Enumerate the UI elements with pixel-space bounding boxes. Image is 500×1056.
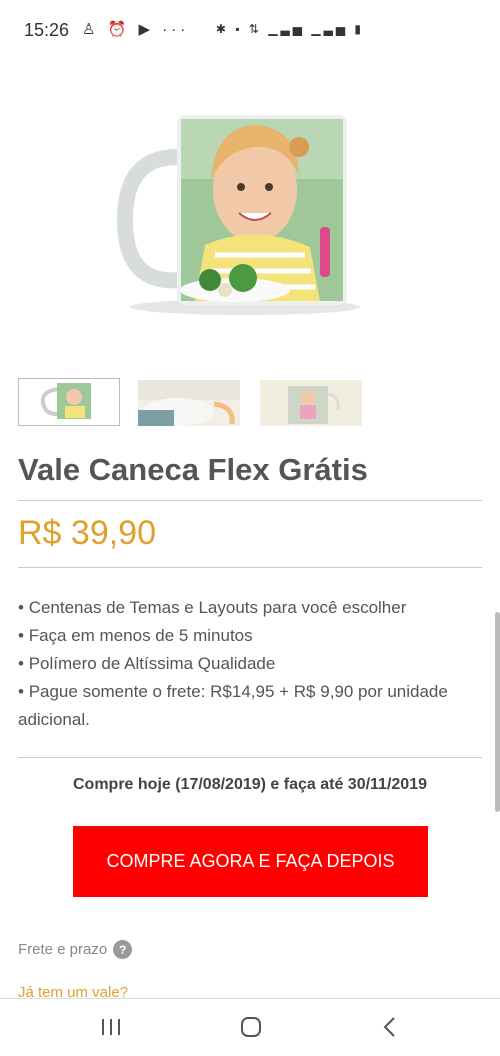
thumbnail-2[interactable] xyxy=(138,380,240,428)
status-system-icons: ✱ ▪ ⇅ ▁▃▅ ▁▃▅ ▮ xyxy=(216,22,364,36)
home-icon[interactable] xyxy=(231,1009,271,1045)
divider xyxy=(18,567,482,568)
shipping-info[interactable]: Frete e prazo ? xyxy=(18,940,133,959)
mug-photo xyxy=(116,115,360,315)
product-title: Vale Caneca Flex Grátis xyxy=(18,452,368,487)
feature-item: Pague somente o frete: R$14,95 + R$ 9,90… xyxy=(18,678,483,734)
bluetooth-icon: ✱ xyxy=(215,22,229,36)
back-icon[interactable] xyxy=(370,1009,410,1045)
thumbnail-1[interactable] xyxy=(18,378,120,426)
volte-icon: ▪ xyxy=(235,22,243,36)
more-icon: ··· xyxy=(162,21,190,38)
divider xyxy=(18,500,482,501)
product-image[interactable] xyxy=(115,95,365,335)
signal-icon: ▁▃▅ xyxy=(311,22,349,36)
feature-item: Centenas de Temas e Layouts para você es… xyxy=(18,594,483,622)
signal-icon: ▁▃▅ xyxy=(268,22,306,36)
help-icon[interactable]: ? xyxy=(113,940,133,959)
feature-item: Faça em menos de 5 minutos xyxy=(18,622,483,650)
youtube-icon: ▶ xyxy=(138,21,155,38)
feature-item: Polímero de Altíssima Qualidade xyxy=(18,650,483,678)
status-notification-icons: ♙ ⏰ ▶ ··· xyxy=(82,20,189,38)
scrollbar[interactable] xyxy=(495,612,500,812)
android-nav-bar xyxy=(0,998,500,1056)
offer-text: Compre hoje (17/08/2019) e faça até 30/1… xyxy=(73,776,427,793)
divider xyxy=(18,757,482,758)
thumbnail-gallery xyxy=(18,378,368,428)
product-price: R$ 39,90 xyxy=(18,514,156,552)
shipping-label: Frete e prazo xyxy=(18,941,108,958)
notification-icon: ♙ xyxy=(82,21,100,38)
alarm-icon: ⏰ xyxy=(107,21,131,38)
feature-list: Centenas de Temas e Layouts para você es… xyxy=(18,594,483,734)
recent-apps-icon[interactable] xyxy=(91,1009,131,1045)
thumbnail-3[interactable] xyxy=(260,380,362,428)
battery-icon: ▮ xyxy=(354,22,364,36)
buy-now-button[interactable]: COMPRE AGORA E FAÇA DEPOIS xyxy=(73,826,428,897)
status-bar: 15:26 ♙ ⏰ ▶ ··· ✱ ▪ ⇅ ▁▃▅ ▁▃▅ ▮ xyxy=(0,0,500,60)
status-time: 15:26 xyxy=(24,20,70,40)
4g-icon: ⇅ xyxy=(248,22,262,36)
